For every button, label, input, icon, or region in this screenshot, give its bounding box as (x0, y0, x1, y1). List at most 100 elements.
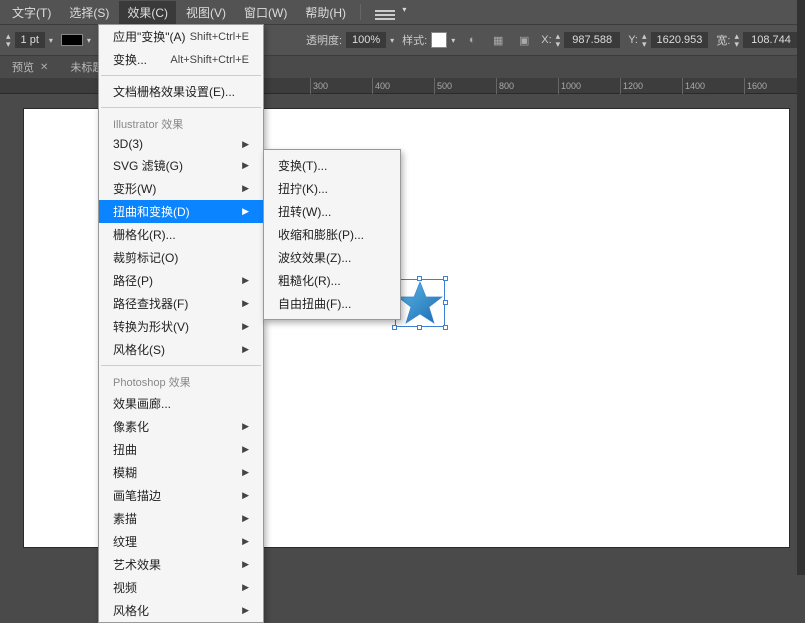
menu-item-label: 像素化 (113, 418, 149, 435)
resize-handle[interactable] (443, 325, 448, 330)
resize-handle[interactable] (392, 325, 397, 330)
menu-item-ai-0[interactable]: 3D(3)▶ (99, 134, 263, 154)
align-grid-icon[interactable]: ▦ (489, 31, 507, 49)
submenu-arrow-icon: ▶ (242, 183, 249, 194)
coord-y-label: Y: (628, 34, 638, 46)
menu-item-ai-3[interactable]: 扭曲和变换(D)▶ (99, 200, 263, 223)
graphic-style-field[interactable]: 样式: ▾ (402, 32, 455, 48)
separator (101, 75, 261, 76)
width-value[interactable]: 108.744 (743, 32, 799, 48)
coord-x-value[interactable]: 987.588 (564, 32, 620, 48)
width-field[interactable]: 宽: ▴▾ 108.744 (716, 32, 799, 48)
panel-dock-bar[interactable] (797, 0, 805, 575)
menu-item-label: 应用"变换"(A) (113, 28, 186, 45)
shortcut-label: Alt+Shift+Ctrl+E (170, 54, 249, 66)
resize-handle[interactable] (417, 276, 422, 281)
coord-y-value[interactable]: 1620.953 (651, 32, 709, 48)
resize-handle[interactable] (417, 325, 422, 330)
menu-window[interactable]: 窗口(W) (236, 1, 295, 24)
submenu-item-3[interactable]: 收缩和膨胀(P)... (264, 223, 400, 246)
menu-item-ps-6[interactable]: 纹理▶ (99, 530, 263, 553)
submenu-item-6[interactable]: 自由扭曲(F)... (264, 292, 400, 315)
submenu-arrow-icon: ▶ (242, 160, 249, 171)
submenu-item-1[interactable]: 扭拧(K)... (264, 177, 400, 200)
workspace-switcher[interactable]: ▾ (367, 0, 414, 27)
menu-item-ai-2[interactable]: 变形(W) ▶ (99, 177, 263, 200)
submenu-item-2[interactable]: 扭转(W)... (264, 200, 400, 223)
star-icon (397, 281, 443, 325)
recolor-icon[interactable]: ◐ (463, 31, 481, 49)
submenu-item-4[interactable]: 波纹效果(Z)... (264, 246, 400, 269)
menu-item-ai-4[interactable]: 栅格化(R)... (99, 223, 263, 246)
menu-item-ps-9[interactable]: 风格化▶ (99, 599, 263, 622)
menu-help[interactable]: 帮助(H) (297, 1, 354, 24)
menu-item-label: 扭曲 (113, 441, 137, 458)
chevron-down-icon: ▾ (87, 36, 91, 45)
menu-select[interactable]: 选择(S) (61, 1, 117, 24)
menu-text[interactable]: 文字(T) (4, 1, 59, 24)
menu-item-label: 栅格化(R)... (113, 226, 176, 243)
menu-item-label: 艺术效果 (113, 556, 161, 573)
menu-item-ps-3[interactable]: 模糊 ▶ (99, 461, 263, 484)
stroke-weight-field[interactable]: ▴▾ 1 pt ▾ (6, 32, 53, 48)
menu-item-ps-8[interactable]: 视频▶ (99, 576, 263, 599)
ruler-tick: 1000 (558, 78, 581, 94)
tab-label: 预览 (12, 59, 34, 75)
resize-handle[interactable] (443, 276, 448, 281)
separator (101, 107, 261, 108)
section-label-photoshop: Photoshop 效果 (99, 370, 263, 392)
distort-transform-submenu: 变换(T)...扭拧(K)...扭转(W)...收缩和膨胀(P)...波纹效果(… (263, 149, 401, 320)
selected-star-object[interactable] (395, 279, 445, 327)
menu-item-ps-2[interactable]: 扭曲▶ (99, 438, 263, 461)
submenu-arrow-icon: ▶ (242, 298, 249, 309)
menu-item-label: 转换为形状(V) (113, 318, 189, 335)
submenu-arrow-icon: ▶ (242, 582, 249, 593)
menu-item-doc-raster-settings[interactable]: 文档栅格效果设置(E)... (99, 80, 263, 103)
menu-item-ai-5[interactable]: 裁剪标记(O) (99, 246, 263, 269)
submenu-arrow-icon: ▶ (242, 490, 249, 501)
opacity-value[interactable]: 100% (346, 32, 386, 48)
coord-y-field[interactable]: Y: ▴▾ 1620.953 (628, 32, 708, 48)
submenu-item-5[interactable]: 粗糙化(R)... (264, 269, 400, 292)
submenu-item-0[interactable]: 变换(T)... (264, 154, 400, 177)
stepper-icon: ▴▾ (734, 32, 739, 48)
menu-item-ai-1[interactable]: SVG 滤镜(G) ▶ (99, 154, 263, 177)
menu-item-label: 风格化(S) (113, 341, 165, 358)
menu-item-ai-8[interactable]: 转换为形状(V)▶ (99, 315, 263, 338)
menu-item-ps-4[interactable]: 画笔描边 ▶ (99, 484, 263, 507)
menu-item-label: 模糊 (113, 464, 137, 481)
submenu-arrow-icon: ▶ (242, 467, 249, 478)
menu-item-ps-5[interactable]: 素描▶ (99, 507, 263, 530)
opacity-field[interactable]: 透明度: 100% ▾ (306, 32, 394, 48)
menu-item-ps-7[interactable]: 艺术效果▶ (99, 553, 263, 576)
submenu-arrow-icon: ▶ (242, 344, 249, 355)
stroke-cap-control[interactable]: ▾ (61, 34, 91, 46)
menu-item-ai-9[interactable]: 风格化(S) ▶ (99, 338, 263, 361)
ruler-tick: 500 (434, 78, 452, 94)
shortcut-label: Shift+Ctrl+E (190, 31, 249, 43)
menu-item-label: 变形(W) (113, 180, 156, 197)
ruler-tick: 300 (310, 78, 328, 94)
close-icon[interactable]: ✕ (40, 62, 48, 73)
menu-view[interactable]: 视图(V) (178, 1, 234, 24)
menu-item-ps-1[interactable]: 像素化 ▶ (99, 415, 263, 438)
submenu-arrow-icon: ▶ (242, 513, 249, 524)
resize-handle[interactable] (443, 300, 448, 305)
menu-item-ps-0[interactable]: 效果画廊... (99, 392, 263, 415)
submenu-arrow-icon: ▶ (242, 421, 249, 432)
menu-effect[interactable]: 效果(C) (119, 1, 176, 24)
menu-item-ai-6[interactable]: 路径(P)▶ (99, 269, 263, 292)
submenu-arrow-icon: ▶ (242, 275, 249, 286)
coord-x-field[interactable]: X: ▴▾ 987.588 (541, 32, 620, 48)
transform-panel-icon[interactable]: ▣ (515, 31, 533, 49)
menu-item-label: 画笔描边 (113, 487, 161, 504)
menu-item-label: SVG 滤镜(G) (113, 157, 183, 174)
submenu-arrow-icon: ▶ (242, 605, 249, 616)
menu-item-last-effect[interactable]: 变换... Alt+Shift+Ctrl+E (99, 48, 263, 71)
ruler-tick: 1400 (682, 78, 705, 94)
menu-item-label: 路径查找器(F) (113, 295, 188, 312)
menu-item-apply-last-effect[interactable]: 应用"变换"(A) Shift+Ctrl+E (99, 25, 263, 48)
tab-preview[interactable]: 预览 ✕ (4, 56, 56, 78)
stroke-weight-value[interactable]: 1 pt (15, 32, 45, 48)
menu-item-ai-7[interactable]: 路径查找器(F) ▶ (99, 292, 263, 315)
